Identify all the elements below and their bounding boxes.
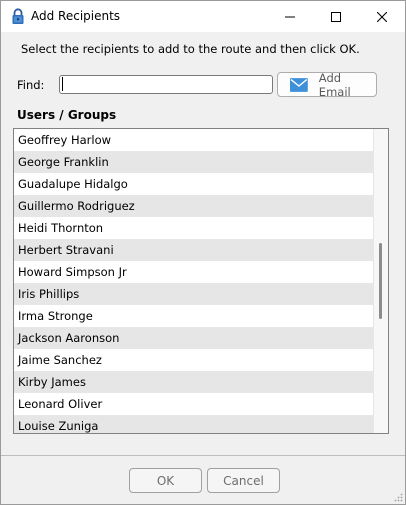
users-groups-list[interactable]: Geoffrey Harlow George Franklin Guadalupe …: [13, 128, 389, 434]
list-item[interactable]: George Franklin: [14, 151, 373, 173]
close-icon: [377, 11, 387, 22]
resize-grip-icon[interactable]: [393, 492, 403, 502]
find-label: Find:: [17, 78, 45, 92]
cancel-button[interactable]: Cancel: [207, 468, 280, 493]
title-bar[interactable]: Add Recipients: [1, 1, 405, 32]
add-email-button[interactable]: Add Email: [277, 70, 377, 99]
footer-divider: [1, 455, 405, 456]
list-item[interactable]: Guillermo Rodriguez: [14, 195, 373, 217]
maximize-icon: [331, 11, 341, 22]
users-list-rows: Geoffrey Harlow George Franklin Guadalupe …: [14, 129, 373, 433]
list-item[interactable]: Kirby James: [14, 371, 373, 393]
envelope-icon: [290, 77, 308, 92]
list-item[interactable]: Jackson Aaronson: [14, 327, 373, 349]
close-button[interactable]: [359, 1, 405, 32]
lock-icon: [12, 8, 24, 24]
list-item[interactable]: Geoffrey Harlow: [14, 129, 373, 151]
add-recipients-dialog: Add Recipients Select the recipients to …: [0, 0, 406, 505]
list-item[interactable]: Irma Stronge: [14, 305, 373, 327]
list-item[interactable]: Iris Phillips: [14, 283, 373, 305]
ok-button[interactable]: OK: [129, 468, 202, 493]
vertical-scrollbar[interactable]: [373, 129, 388, 433]
list-item[interactable]: Herbert Stravani: [14, 239, 373, 261]
minimize-button[interactable]: [267, 1, 313, 32]
minimize-icon: [285, 16, 295, 17]
list-item[interactable]: Howard Simpson Jr: [14, 261, 373, 283]
maximize-button[interactable]: [313, 1, 359, 32]
list-item[interactable]: Louise Zuniga: [14, 415, 373, 433]
list-item[interactable]: Leonard Oliver: [14, 393, 373, 415]
add-email-label: Add Email: [318, 70, 351, 99]
list-item[interactable]: Heidi Thornton: [14, 217, 373, 239]
users-groups-label: Users / Groups: [17, 108, 117, 122]
instruction-text: Select the recipients to add to the rout…: [21, 42, 360, 56]
list-item[interactable]: Guadalupe Hidalgo: [14, 173, 373, 195]
text-caret: [62, 77, 63, 91]
window-title: Add Recipients: [31, 9, 121, 23]
find-input[interactable]: [59, 75, 273, 94]
list-item[interactable]: Jaime Sanchez: [14, 349, 373, 371]
scrollbar-thumb[interactable]: [379, 243, 382, 319]
